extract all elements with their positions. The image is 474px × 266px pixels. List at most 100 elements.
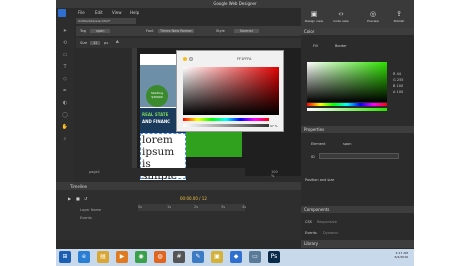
- taskbar-paint-icon[interactable]: ✎: [192, 251, 204, 263]
- design-view-icon: ▣: [310, 10, 318, 18]
- color-picker-popup[interactable]: FF1FFFA 97 %: [176, 50, 284, 132]
- color-panel-header[interactable]: Color: [301, 28, 414, 35]
- menu-file[interactable]: File: [78, 10, 85, 15]
- properties-header[interactable]: Properties: [301, 126, 414, 133]
- size-unit: px: [104, 41, 109, 45]
- selection-tool-icon[interactable]: ➤: [61, 28, 69, 35]
- taskbar-ie-icon[interactable]: e: [78, 251, 90, 263]
- timeline-time: 00:00.00 / 12: [180, 196, 207, 201]
- green-rectangle[interactable]: [186, 131, 242, 157]
- tag-label: Tag: [80, 29, 86, 33]
- pen-tool-icon[interactable]: ✒: [61, 88, 69, 95]
- events-value: Dynamic: [323, 231, 339, 235]
- color-alpha-slider[interactable]: [307, 108, 387, 111]
- zoom-tool-icon[interactable]: ⌕: [61, 136, 69, 143]
- publish-button[interactable]: ⇪ Publish: [389, 10, 409, 26]
- real-estate-line2: AND FINANC: [142, 119, 171, 124]
- taskbar-chrome-icon[interactable]: ◉: [135, 251, 147, 263]
- menu-help[interactable]: Help: [130, 10, 139, 15]
- channel-b: B 100: [393, 84, 404, 88]
- components-header[interactable]: Components: [301, 206, 414, 213]
- timeline-ruler[interactable]: 0s 1s 2s 3s 4s: [138, 204, 246, 211]
- menu-edit[interactable]: Edit: [95, 10, 103, 15]
- timeline-header: Timeline: [56, 182, 301, 190]
- stage-footer: page1 100 %: [81, 168, 278, 178]
- id-input[interactable]: [319, 153, 399, 159]
- events-row[interactable]: Events: [80, 216, 92, 220]
- css-value: Responsive: [317, 220, 337, 224]
- border-label[interactable]: Border: [335, 44, 347, 48]
- channel-a: A 100: [393, 90, 404, 94]
- swatch-none[interactable]: [189, 57, 193, 61]
- taskbar-firefox-icon[interactable]: ◍: [154, 251, 166, 263]
- fill-label[interactable]: Fill: [313, 44, 318, 48]
- layer-name-row[interactable]: Layer Name: [80, 208, 101, 212]
- alpha-slider[interactable]: [183, 124, 269, 127]
- loop-icon[interactable]: ↺: [84, 196, 87, 201]
- publish-icon: ⇪: [396, 10, 402, 18]
- stop-icon[interactable]: ■: [76, 196, 80, 201]
- library-header[interactable]: Library: [301, 240, 414, 248]
- font-label: Font: [146, 29, 154, 33]
- position-size-label[interactable]: Position and size: [305, 178, 334, 182]
- taskbar-folder-icon[interactable]: ▣: [211, 251, 223, 263]
- menu-bar: File Edit View Help: [56, 8, 301, 18]
- tag-tool-icon[interactable]: ▭: [61, 52, 69, 59]
- hue-slider[interactable]: [183, 118, 269, 121]
- style-label: Style: [216, 29, 225, 33]
- size-label: Size: [80, 41, 88, 45]
- element-label: Element: [311, 142, 326, 146]
- css-label[interactable]: CSS: [305, 220, 312, 224]
- alpha-percent[interactable]: 97 %: [270, 124, 278, 128]
- document-tab[interactable]: Untitled\banner.html*: [76, 18, 136, 24]
- hand-tool-icon[interactable]: ✋: [61, 124, 69, 131]
- color-saturation-field[interactable]: [307, 62, 387, 102]
- taskbar-explorer-icon[interactable]: ▤: [97, 251, 109, 263]
- preview-icon: ◎: [369, 10, 377, 18]
- color-hue-slider[interactable]: [307, 103, 387, 106]
- size-input[interactable]: 12: [90, 41, 101, 45]
- saturation-field[interactable]: [183, 67, 279, 115]
- start-button[interactable]: ⊞: [59, 251, 71, 263]
- 3d-rotate-tool-icon[interactable]: ⟲: [61, 40, 69, 47]
- menu-view[interactable]: View: [112, 10, 122, 15]
- taskbar-calc-icon[interactable]: #: [173, 251, 185, 263]
- shape-tool-icon[interactable]: ◇: [61, 76, 69, 83]
- taskbar-media-icon[interactable]: ▶: [116, 251, 128, 263]
- preview-button[interactable]: ◎ Preview: [363, 10, 383, 26]
- right-panel: Color Fill Border R 44 G 255 B 100 A 100…: [301, 28, 414, 240]
- font-select[interactable]: Times New Roman: [158, 29, 195, 33]
- text-tool-icon[interactable]: T: [61, 64, 69, 71]
- taskbar-screen-icon[interactable]: ▭: [249, 251, 261, 263]
- stroke-tool-icon[interactable]: ◯: [61, 112, 69, 119]
- price-badge: Starting $30000: [146, 85, 168, 107]
- text-properties-bar: Tag span Font Times New Roman Style Norm…: [76, 26, 301, 36]
- id-label: ID: [311, 155, 315, 159]
- code-view-button[interactable]: ‹› Code view: [331, 10, 351, 26]
- system-clock[interactable]: 4:17 AM 6/2/2016: [395, 251, 408, 259]
- fill-tool-icon[interactable]: ◐: [61, 100, 69, 107]
- channel-r: R 44: [393, 72, 402, 76]
- design-view-button[interactable]: ▣ Design view: [304, 10, 324, 26]
- zoom-level[interactable]: 100 %: [271, 170, 278, 178]
- code-view-icon: ‹›: [338, 10, 344, 18]
- style-select[interactable]: Normal: [234, 29, 259, 33]
- taskbar-photoshop-icon[interactable]: Ps: [268, 251, 280, 263]
- right-toolbar: ▣ Design view ‹› Code view ◎ Preview ⇪ Publi…: [301, 0, 414, 28]
- element-value: span: [343, 142, 352, 146]
- timeline-title: Timeline: [70, 184, 88, 189]
- hex-value[interactable]: FF1FFFA: [237, 57, 251, 61]
- play-icon[interactable]: ▶: [68, 196, 71, 201]
- swatch-yellow[interactable]: [183, 57, 187, 61]
- text-color-icon[interactable]: A: [116, 40, 119, 44]
- channel-g: G 255: [393, 78, 404, 82]
- taskbar: ⊞ 4:17 AM 6/2/2016 e ▤ ▶ ◉ ◍ # ✎ ▣ ◆ ▭ Ps: [56, 249, 414, 266]
- tag-select[interactable]: span: [90, 29, 111, 33]
- text-edit-bar: Size 12 px A: [76, 38, 301, 48]
- events-label[interactable]: Events: [305, 231, 317, 235]
- timeline-controls: ▶ ■ ↺ 00:00.00 / 12: [56, 194, 301, 203]
- page-label[interactable]: page1: [89, 170, 100, 174]
- tools-sidebar: ➤ ⟲ ▭ T ◇ ✒ ◐ ◯ ✋ ⌕: [56, 18, 74, 184]
- taskbar-gwd-icon[interactable]: ◆: [230, 251, 242, 263]
- real-estate-line1: REAL STATE: [142, 112, 169, 117]
